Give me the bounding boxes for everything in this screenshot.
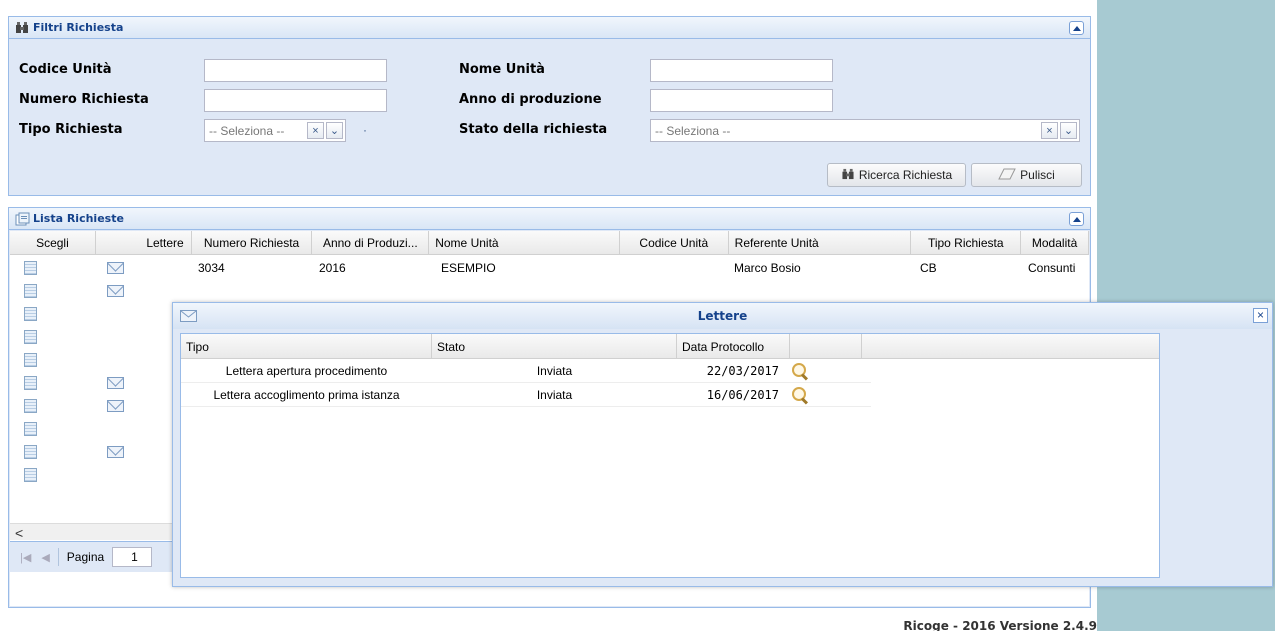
select-row-icon[interactable] [24,399,37,413]
eraser-icon [998,168,1016,183]
codice-unita-label: Codice Unità [19,62,112,77]
stato-richiesta-label: Stato della richiesta [459,122,608,137]
lista-collapse-button[interactable] [1069,212,1084,226]
pagination-toolbar: |◀ ◀ Pagina [10,541,176,572]
pulisci-button[interactable]: Pulisci [971,163,1082,187]
close-icon[interactable]: × [1253,308,1268,323]
filtri-collapse-button[interactable] [1069,21,1084,35]
lettere-row[interactable]: Lettera apertura procedimento Inviata 22… [181,359,871,383]
row-referente: Marco Bosio [734,260,801,275]
lettera-tipo: Lettera accoglimento prima istanza [213,387,400,402]
view-letter-icon[interactable] [791,386,809,404]
col-data-protocollo[interactable]: Data Protocollo [677,334,790,359]
numero-richiesta-label: Numero Richiesta [19,92,149,107]
tipo-richiesta-select[interactable]: -- Seleziona -- × ⌄ [204,119,346,142]
lettere-window-title: Lettere [697,309,748,323]
stato-richiesta-select[interactable]: -- Seleziona -- × ⌄ [650,119,1080,142]
row-nome: ESEMPIO [441,260,496,275]
select-row-icon[interactable] [24,353,37,367]
lettere-window: Lettere × Tipo Stato Data Protocollo Let… [172,302,1273,587]
col-tipo[interactable]: Tipo [181,334,432,359]
lettera-data: 22/03/2017 [706,363,779,378]
tipo-richiesta-dropdown-icon[interactable]: ⌄ [326,122,343,139]
lista-panel-title: Lista Richieste [33,212,124,225]
col-tipo-richiesta[interactable]: Tipo Richiesta [911,231,1022,255]
lettera-tipo: Lettera apertura procedimento [225,363,388,378]
first-page-icon[interactable]: |◀ [20,551,31,564]
col-scegli[interactable]: Scegli [10,231,96,255]
col-lettere[interactable]: Lettere [96,231,192,255]
tipo-richiesta-dot: · [363,123,367,137]
nome-unita-input[interactable] [650,59,833,82]
col-nome-unita[interactable]: Nome Unità [429,231,620,255]
col-referente-unita[interactable]: Referente Unità [729,231,912,255]
view-letter-icon[interactable] [791,362,809,380]
binoculars-icon [841,168,855,183]
select-row-icon[interactable] [24,422,37,436]
select-row-icon[interactable] [24,445,37,459]
row-modalita: Consunti [1028,260,1076,275]
page-number-input[interactable] [112,547,153,567]
pulisci-label: Pulisci [1020,168,1055,182]
ricerca-richiesta-button[interactable]: Ricerca Richiesta [827,163,966,187]
row-numero: 3034 [198,260,225,275]
filtri-panel-title: Filtri Richiesta [33,21,124,34]
stato-richiesta-placeholder: -- Seleziona -- [655,123,731,138]
filters-form: Codice Unità Numero Richiesta Tipo Richi… [9,40,1090,201]
lettera-stato: Inviata [536,363,573,378]
envelope-icon[interactable] [107,262,124,274]
lettere-window-header[interactable]: Lettere × [173,303,1272,329]
col-codice-unita[interactable]: Codice Unità [620,231,729,255]
envelope-icon[interactable] [107,400,124,412]
filtri-panel-header: Filtri Richiesta [9,17,1090,39]
select-row-icon[interactable] [24,330,37,344]
lettere-grid: Tipo Stato Data Protocollo Lettera apert… [180,333,1160,578]
filtri-richiesta-panel: Filtri Richiesta Codice Unità Numero Ric… [8,16,1091,196]
row-anno: 2016 [319,260,346,275]
numero-richiesta-input[interactable] [204,89,387,112]
col-actions [790,334,862,359]
envelope-icon[interactable] [107,285,124,297]
col-stato[interactable]: Stato [432,334,677,359]
scroll-left-icon[interactable]: < [15,525,23,541]
table-row[interactable]: 3034 2016 ESEMPIO Marco Bosio CB Consunt… [10,256,1089,279]
lettera-data: 16/06/2017 [706,387,779,402]
col-modalita[interactable]: Modalità [1021,231,1090,255]
select-row-icon[interactable] [24,261,37,275]
footer-version: Ricoge - 2016 Versione 2.4.9 [903,619,1097,631]
pagina-label: Pagina [66,550,105,564]
col-anno-produzione[interactable]: Anno di Produzi... [312,231,430,255]
anno-produzione-label: Anno di produzione [459,92,602,107]
lettere-row[interactable]: Lettera accoglimento prima istanza Invia… [181,383,871,407]
tipo-richiesta-clear-icon[interactable]: × [307,122,324,139]
envelope-icon[interactable] [107,446,124,458]
lettera-stato: Inviata [536,387,573,402]
select-row-icon[interactable] [24,284,37,298]
codice-unita-input[interactable] [204,59,387,82]
row-tipo: CB [920,260,937,275]
richieste-grid-header: Scegli Lettere Numero Richiesta Anno di … [10,231,1090,255]
col-numero-richiesta[interactable]: Numero Richiesta [192,231,313,255]
select-row-icon[interactable] [24,307,37,321]
prev-page-icon[interactable]: ◀ [41,551,49,564]
envelope-icon[interactable] [107,377,124,389]
pager-separator [57,548,59,566]
tipo-richiesta-label: Tipo Richiesta [19,122,123,137]
stato-richiesta-dropdown-icon[interactable]: ⌄ [1060,122,1077,139]
anno-produzione-input[interactable] [650,89,833,112]
horizontal-scrollbar[interactable]: < [10,523,176,541]
nome-unita-label: Nome Unità [459,62,545,77]
ricerca-richiesta-label: Ricerca Richiesta [858,168,953,182]
document-stack-icon [15,212,30,226]
tipo-richiesta-placeholder: -- Seleziona -- [209,123,285,138]
lista-panel-header: Lista Richieste [9,208,1090,230]
lettere-grid-header: Tipo Stato Data Protocollo [181,334,1159,359]
select-row-icon[interactable] [24,376,37,390]
stato-richiesta-clear-icon[interactable]: × [1041,122,1058,139]
binoculars-icon [15,21,29,34]
select-row-icon[interactable] [24,468,37,482]
